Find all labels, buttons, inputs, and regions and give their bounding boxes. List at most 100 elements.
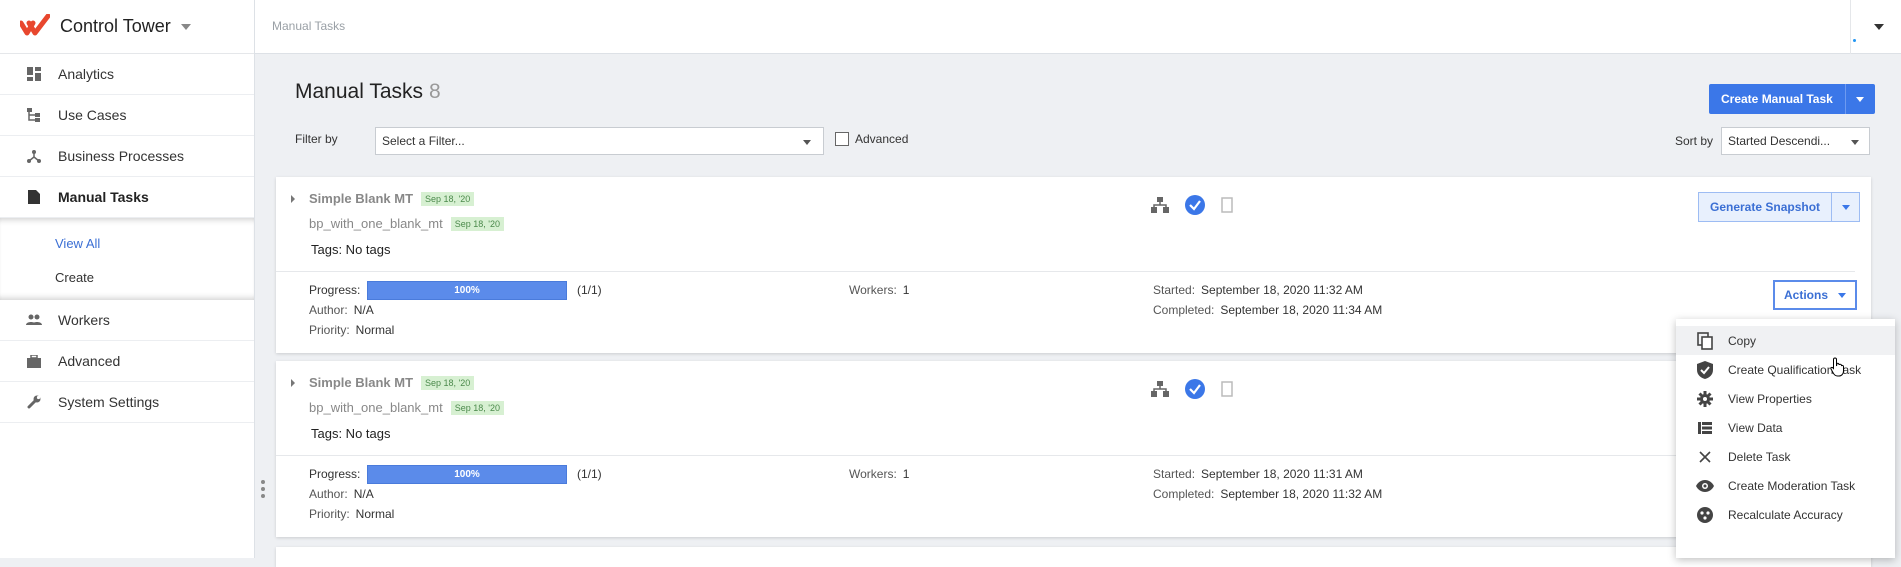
check-circle-icon[interactable] — [1185, 379, 1205, 399]
status-dot-icon — [1853, 39, 1856, 42]
snapshot-dropdown-button[interactable] — [1832, 192, 1861, 222]
sidebar-item-use-cases[interactable]: Use Cases — [0, 95, 254, 136]
task-process-text: bp_with_one_blank_mt — [309, 400, 443, 415]
sort-select[interactable]: Started Descendi... — [1721, 127, 1870, 155]
app-title: Control Tower — [60, 16, 171, 36]
task-status-icons — [1151, 195, 1249, 215]
sidebar-item-workers[interactable]: Workers — [0, 300, 254, 341]
actions-menu: Copy Create Qualification Task View Prop… — [1676, 319, 1895, 558]
divider — [276, 455, 1855, 456]
brand-header[interactable]: Control Tower — [0, 0, 254, 54]
task-name[interactable]: Simple Blank MT Sep 18, '20 — [309, 375, 475, 390]
task-status-icons — [1151, 379, 1249, 399]
sidebar-item-label: Workers — [58, 312, 110, 328]
recalculate-icon — [1696, 506, 1714, 524]
workers-row: Workers: 1 — [849, 283, 909, 297]
hierarchy-icon[interactable] — [1151, 197, 1169, 213]
workers-value: 1 — [902, 283, 910, 297]
expand-arrow-icon[interactable] — [291, 195, 295, 203]
started-label: Started: — [1153, 283, 1196, 297]
generate-snapshot-button[interactable]: Generate Snapshot — [1698, 192, 1833, 222]
eye-icon — [1696, 477, 1714, 495]
task-card — [276, 547, 1871, 567]
task-count: 8 — [429, 80, 441, 103]
started-value: September 18, 2020 11:32 AM — [1201, 283, 1363, 297]
task-process[interactable]: bp_with_one_blank_mt Sep 18, '20 — [309, 216, 504, 231]
date-badge: Sep 18, '20 — [421, 191, 475, 206]
priority-row: Priority: Normal — [309, 507, 394, 521]
filter-select[interactable]: Select a Filter... — [375, 127, 824, 155]
sidebar-item-label: System Settings — [58, 394, 160, 410]
advanced-label: Advanced — [855, 132, 909, 146]
task-name-text: Simple Blank MT — [309, 191, 414, 206]
user-menu-chevron-icon[interactable] — [1874, 24, 1884, 30]
check-circle-icon[interactable] — [1185, 195, 1205, 215]
briefcase-icon — [26, 353, 42, 369]
page-title-text: Manual Tasks — [295, 80, 424, 103]
task-process[interactable]: bp_with_one_blank_mt Sep 18, '20 — [309, 400, 504, 415]
task-name[interactable]: Simple Blank MT Sep 18, '20 — [309, 191, 475, 206]
copy-icon — [1696, 331, 1714, 350]
document-outline-icon[interactable] — [1221, 381, 1233, 397]
document-outline-icon[interactable] — [1221, 197, 1233, 213]
started-value: September 18, 2020 11:31 AM — [1201, 467, 1363, 481]
menu-item-view-data[interactable]: View Data — [1676, 413, 1895, 442]
menu-item-label: Copy — [1728, 333, 1757, 348]
filter-label: Filter by — [295, 132, 338, 146]
task-card: Simple Blank MT Sep 18, '20 bp_with_one_b… — [276, 361, 1871, 537]
checkbox-box[interactable] — [835, 132, 849, 146]
chevron-down-icon — [1851, 140, 1859, 145]
workers-row: Workers: 1 — [849, 467, 909, 481]
advanced-checkbox[interactable]: Advanced — [835, 132, 908, 146]
sidebar-item-advanced[interactable]: Advanced — [0, 341, 254, 382]
expand-arrow-icon[interactable] — [291, 379, 295, 387]
author-label: Author: — [309, 303, 348, 317]
sidebar-subitem-create[interactable]: Create — [0, 260, 254, 294]
close-icon — [1696, 448, 1714, 466]
author-value: N/A — [353, 487, 374, 501]
hand-cursor-icon — [1830, 357, 1846, 380]
progress-count: (1/1) — [577, 283, 602, 297]
logo-icon — [18, 13, 51, 39]
menu-item-view-properties[interactable]: View Properties — [1676, 384, 1895, 413]
date-badge: Sep 18, '20 — [450, 216, 504, 231]
started-label: Started: — [1153, 467, 1196, 481]
sidebar-item-manual-tasks[interactable]: Manual Tasks — [0, 177, 254, 218]
sidebar-item-analytics[interactable]: Analytics — [0, 54, 254, 95]
generate-snapshot-button-group: Generate Snapshot — [1698, 192, 1861, 222]
sort-select-value: Started Descendi... — [1728, 134, 1831, 148]
sidebar-item-business-processes[interactable]: Business Processes — [0, 136, 254, 177]
menu-item-create-qualification-task[interactable]: Create Qualification Task — [1676, 355, 1895, 384]
page-title: Manual Tasks 8 — [295, 80, 441, 104]
hierarchy-icon[interactable] — [1151, 381, 1169, 397]
menu-item-label: View Properties — [1728, 391, 1812, 406]
completed-row: Completed: September 18, 2020 11:34 AM — [1153, 303, 1382, 317]
manual-tasks-submenu: View All Create — [0, 218, 254, 300]
completed-label: Completed: — [1153, 303, 1215, 317]
completed-row: Completed: September 18, 2020 11:32 AM — [1153, 487, 1382, 501]
menu-item-recalculate-accuracy[interactable]: Recalculate Accuracy — [1676, 500, 1895, 529]
create-manual-task-button[interactable]: Create Manual Task — [1709, 84, 1845, 114]
menu-item-copy[interactable]: Copy — [1676, 326, 1895, 355]
sidebar-item-system-settings[interactable]: System Settings — [0, 382, 254, 423]
breadcrumb[interactable]: Manual Tasks — [272, 19, 345, 33]
date-badge: Sep 18, '20 — [421, 375, 475, 390]
actions-button[interactable]: Actions — [1773, 280, 1857, 310]
task-card: Simple Blank MT Sep 18, '20 bp_with_one_b… — [276, 177, 1871, 353]
menu-item-delete-task[interactable]: Delete Task — [1676, 442, 1895, 471]
workers-label: Workers: — [849, 283, 897, 297]
wrench-icon — [26, 394, 42, 410]
started-row: Started: September 18, 2020 11:31 AM — [1153, 467, 1363, 481]
task-process-text: bp_with_one_blank_mt — [309, 216, 443, 231]
chevron-down-icon[interactable] — [180, 23, 191, 30]
menu-item-create-moderation-task[interactable]: Create Moderation Task — [1676, 471, 1895, 500]
create-dropdown-button[interactable] — [1844, 84, 1875, 114]
priority-value: Normal — [355, 323, 395, 337]
menu-item-label: View Data — [1728, 420, 1783, 435]
sidebar-subitem-view-all[interactable]: View All — [0, 226, 254, 260]
sidebar-resize-handle[interactable] — [261, 480, 265, 501]
completed-label: Completed: — [1153, 487, 1215, 501]
author-row: Author: N/A — [309, 303, 374, 317]
divider — [276, 271, 1855, 272]
sidebar-item-label: Manual Tasks — [58, 189, 149, 205]
